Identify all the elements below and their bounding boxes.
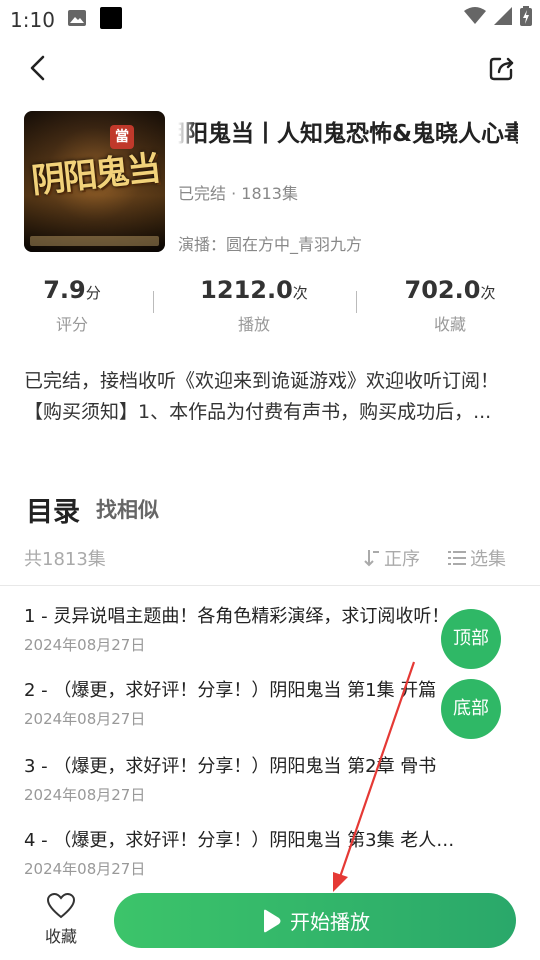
status-bar: 1:10 [0,0,540,36]
wifi-icon [464,7,486,24]
list-icon [448,551,466,565]
stat-rating-unit: 分 [85,284,101,302]
stat-favorites-value: 702.0 [404,276,481,304]
bottom-bar: 收藏 开始播放 [0,885,540,960]
start-play-button[interactable]: 开始播放 [114,893,516,948]
black-square-icon [100,7,122,29]
book-narrator: 演播：圆在方中_青羽九方 [178,235,363,254]
image-icon [68,10,86,26]
divider-line [0,585,540,586]
stat-rating: 7.9分 评分 [0,274,162,335]
status-icons [464,6,532,26]
stat-favorites: 702.0次 收藏 [360,274,540,335]
favorite-button[interactable]: 收藏 [36,892,86,947]
favorite-label: 收藏 [44,927,77,946]
episode-title: 3 - （爆更，求好评！分享！）阴阳鬼当 第2章 骨书 [24,756,437,777]
share-icon[interactable] [488,54,516,82]
cover-footer [30,236,159,246]
select-episodes-button[interactable]: 选集 [448,545,506,571]
stat-plays: 1212.0次 播放 [164,274,344,335]
book-title: 阴阳鬼当丨人知鬼恐怖&鬼晓人心毒丨 [178,121,518,147]
book-status: 已完结 · 1813集 [178,184,298,203]
episode-date: 2024年08月27日 [24,786,146,804]
book-cover[interactable]: 當 阴阳鬼当 [24,111,165,252]
battery-icon [520,6,532,26]
episode-item[interactable]: 1 - 灵异说唱主题曲！各角色精彩演绎，求订阅收听！ 2024年08月27日 [24,604,514,655]
status-time: 1:10 [10,8,55,32]
stat-favorites-unit: 次 [480,284,496,302]
episode-date: 2024年08月27日 [24,860,146,878]
top-bar [0,40,540,96]
stat-plays-label: 播放 [237,315,270,334]
book-description[interactable]: 已完结，接档收听《欢迎来到诡诞游戏》欢迎收听订阅！【购买须知】1、本作品为付费有… [24,366,516,428]
stat-rating-value: 7.9 [43,276,86,304]
catalog-title[interactable]: 目录 [26,490,80,529]
book-title-marquee: 阴阳鬼当丨人知鬼恐怖&鬼晓人心毒丨 [178,112,518,152]
sort-icon [364,550,379,567]
stat-divider [356,291,357,313]
stats-row: 7.9分 评分 1212.0次 播放 702.0次 收藏 [0,274,540,338]
play-icon [264,909,281,932]
sort-label: 正序 [384,549,420,570]
chevron-left-icon[interactable] [26,54,50,82]
scroll-top-button[interactable]: 顶部 [441,609,501,669]
episode-title: 4 - （爆更，求好评！分享！）阴阳鬼当 第3集 老人… [24,830,455,851]
heart-icon [46,892,76,919]
scroll-bottom-button[interactable]: 底部 [441,679,501,739]
episode-title: 2 - （爆更，求好评！分享！）阴阳鬼当 第1集 开篇 [24,680,437,701]
find-similar-tab[interactable]: 找相似 [96,494,159,524]
stat-plays-value: 1212.0 [200,276,293,304]
sort-button[interactable]: 正序 [364,545,420,571]
episode-item[interactable]: 3 - （爆更，求好评！分享！）阴阳鬼当 第2章 骨书 2024年08月27日 [24,754,514,805]
select-label: 选集 [470,549,506,570]
signal-icon [494,7,512,25]
stat-rating-label: 评分 [55,315,88,334]
start-play-label: 开始播放 [290,910,370,934]
stat-divider [153,291,154,313]
episode-count: 共1813集 [24,549,106,570]
stat-plays-unit: 次 [292,284,308,302]
stat-favorites-label: 收藏 [433,315,466,334]
episode-item[interactable]: 4 - （爆更，求好评！分享！）阴阳鬼当 第3集 老人… 2024年08月27日 [24,828,514,879]
title-fade [178,112,196,152]
episode-title: 1 - 灵异说唱主题曲！各角色精彩演绎，求订阅收听！ [24,606,450,627]
